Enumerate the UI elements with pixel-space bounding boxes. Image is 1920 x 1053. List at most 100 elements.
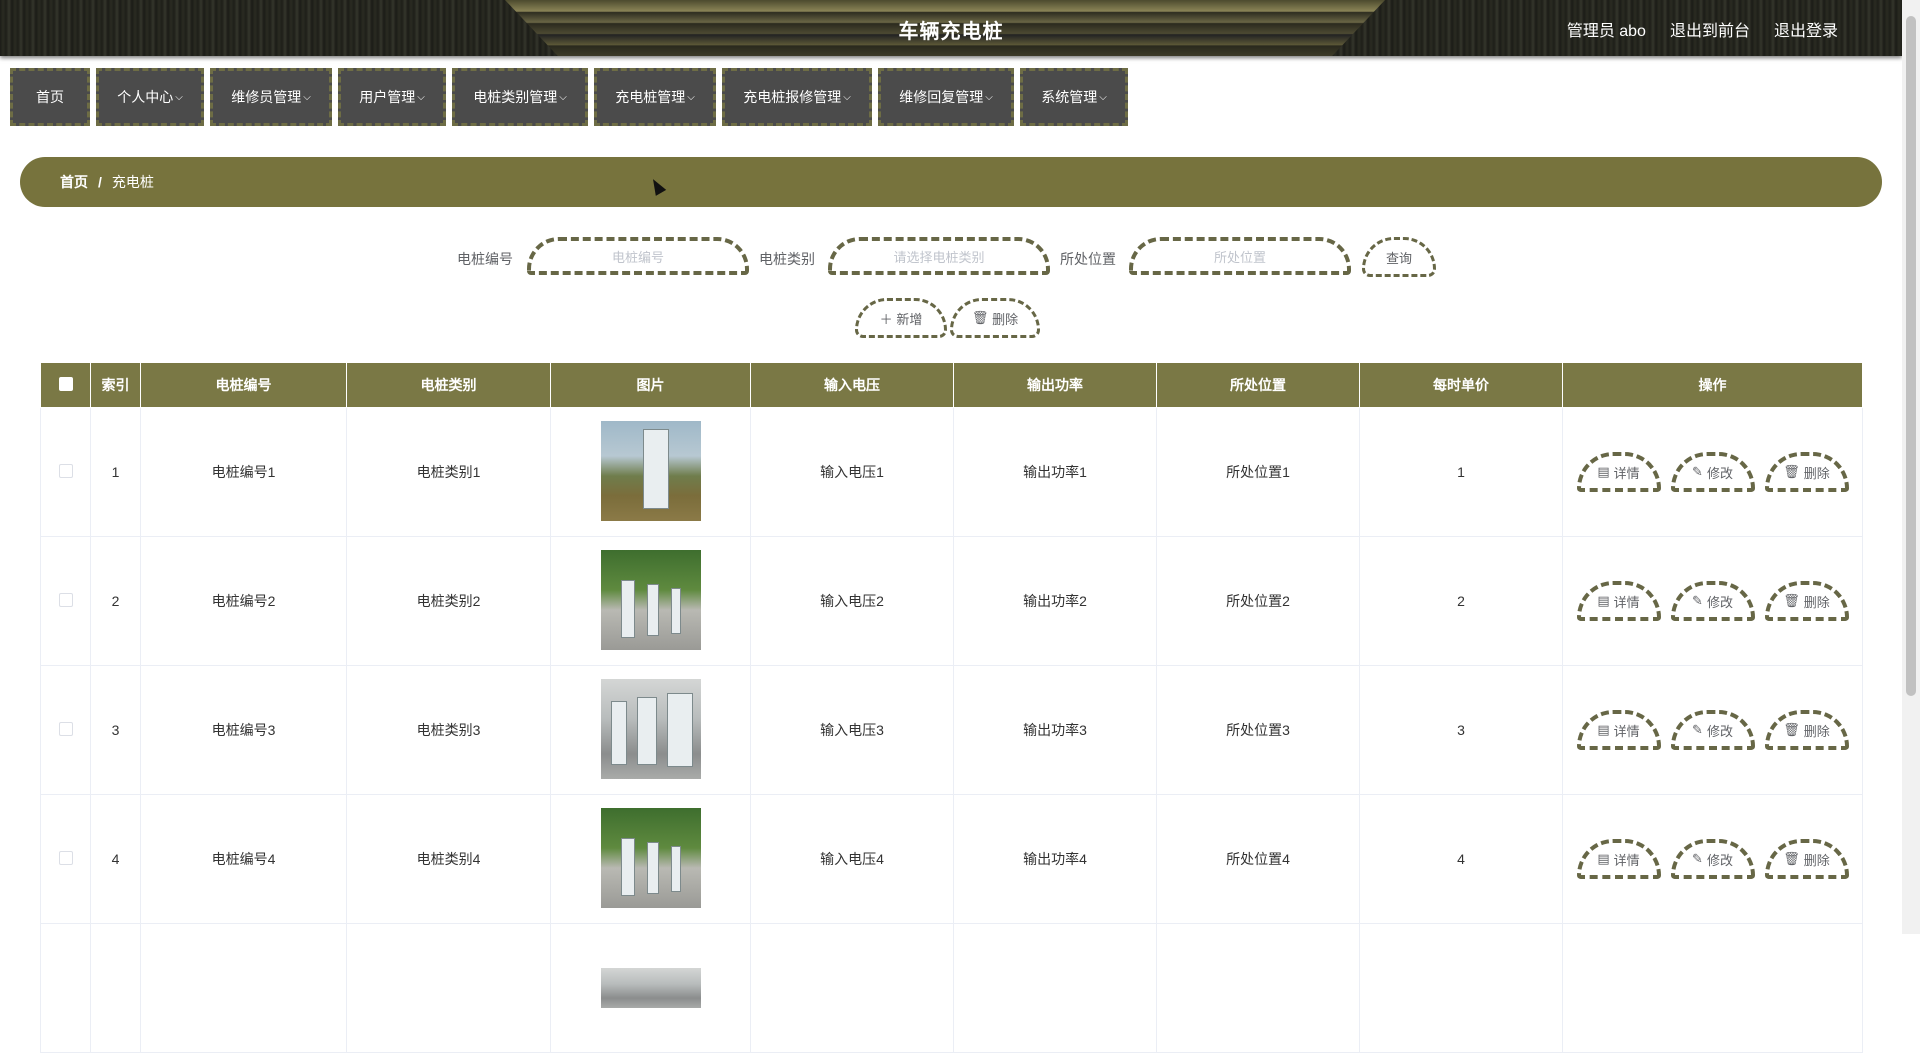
price-cell: 1 xyxy=(1359,407,1563,537)
pencil-icon: ✎ xyxy=(1692,593,1703,608)
nav-item-system-management[interactable]: 系统管理 ⌵ xyxy=(1020,68,1128,126)
charging-station-photo[interactable] xyxy=(600,807,701,908)
row-select-cell[interactable] xyxy=(40,536,91,666)
document-icon: ▤ xyxy=(1597,851,1610,866)
nav-item-personal-center[interactable]: 个人中心 ⌵ xyxy=(96,68,204,126)
pencil-icon: ✎ xyxy=(1692,722,1703,737)
edit-button[interactable]: ✎ 修改 xyxy=(1670,710,1755,750)
actions-cell: ▤ 详情 ✎ 修改 🗑 删除 xyxy=(1562,407,1863,537)
row-checkbox[interactable] xyxy=(58,721,73,736)
detail-button[interactable]: ▤ 详情 xyxy=(1576,710,1661,750)
voltage-cell: 输入电压4 xyxy=(750,794,954,924)
edit-button[interactable]: ✎ 修改 xyxy=(1670,839,1755,879)
edit-button[interactable]: ✎ 修改 xyxy=(1670,452,1755,492)
charging-station-photo[interactable] xyxy=(600,420,701,521)
code-cell: 电桩编号4 xyxy=(140,794,347,924)
charging-station-photo[interactable] xyxy=(600,678,701,779)
voltage-cell: 输入电压2 xyxy=(750,536,954,666)
location-label: 所处位置 xyxy=(1060,251,1116,267)
add-button[interactable]: ＋ 新增 xyxy=(855,298,947,338)
code-search-input[interactable]: 电桩编号 xyxy=(527,237,749,275)
image-cell xyxy=(550,794,751,924)
edit-label: 修改 xyxy=(1706,594,1733,610)
row-checkbox[interactable] xyxy=(58,592,73,607)
detail-label: 详情 xyxy=(1613,465,1640,481)
nav-item-pile-category-management[interactable]: 电桩类别管理 ⌵ xyxy=(452,68,588,126)
nav-label: 充电桩管理 xyxy=(615,89,686,105)
row-checkbox[interactable] xyxy=(58,850,73,865)
actions-cell xyxy=(1562,923,1863,1053)
delete-button[interactable]: 🗑 删除 xyxy=(1764,839,1849,879)
delete-label: 删除 xyxy=(1803,594,1830,610)
query-button[interactable]: 查询 xyxy=(1362,237,1436,277)
breadcrumb-home[interactable]: 首页 xyxy=(60,172,88,192)
batch-delete-button[interactable]: 🗑 删除 xyxy=(950,298,1040,338)
location-cell: 所处位置2 xyxy=(1156,536,1360,666)
code-cell: 电桩编号2 xyxy=(140,536,347,666)
row-select-cell[interactable] xyxy=(40,923,91,1053)
select-all-cell[interactable] xyxy=(40,362,91,408)
chevron-down-icon: ⌵ xyxy=(687,91,695,103)
row-select-cell[interactable] xyxy=(40,794,91,924)
row-select-cell[interactable] xyxy=(40,665,91,795)
logout-link[interactable]: 退出登录 xyxy=(1774,17,1838,41)
price-cell: 4 xyxy=(1359,794,1563,924)
breadcrumb: 首页 / 充电桩 xyxy=(20,157,1882,207)
location-cell xyxy=(1156,923,1360,1053)
scrollbar-thumb[interactable] xyxy=(1906,16,1916,696)
power-cell: 输出功率4 xyxy=(953,794,1157,924)
trash-icon: 🗑 xyxy=(1783,722,1800,737)
chevron-down-icon: ⌵ xyxy=(417,91,425,103)
category-cell xyxy=(346,923,551,1053)
nav-item-repair-reply-management[interactable]: 维修回复管理 ⌵ xyxy=(878,68,1014,126)
trash-icon: 🗑 xyxy=(1783,851,1800,866)
nav-label: 电桩类别管理 xyxy=(473,89,558,105)
image-cell xyxy=(550,407,751,537)
index-cell: 3 xyxy=(90,665,141,795)
plus-icon: ＋ xyxy=(879,311,893,327)
nav-item-user-management[interactable]: 用户管理 ⌵ xyxy=(338,68,446,126)
document-icon: ▤ xyxy=(1597,722,1610,737)
detail-button[interactable]: ▤ 详情 xyxy=(1576,581,1661,621)
chevron-down-icon: ⌵ xyxy=(303,91,311,103)
index-cell: 4 xyxy=(90,794,141,924)
top-header: 车辆充电桩 管理员 abo 退出到前台 退出登录 xyxy=(0,0,1902,56)
actions-cell: ▤ 详情 ✎ 修改 🗑 删除 xyxy=(1562,665,1863,795)
breadcrumb-current: 充电桩 xyxy=(111,174,154,190)
table-header-row: 索引 电桩编号 电桩类别 图片 输入电压 输出功率 所处位置 每时单价 操作 xyxy=(40,362,1863,408)
detail-label: 详情 xyxy=(1613,723,1640,739)
edit-button[interactable]: ✎ 修改 xyxy=(1670,581,1755,621)
code-cell: 电桩编号1 xyxy=(140,407,347,537)
nav-label: 用户管理 xyxy=(359,89,416,105)
column-header: 索引 xyxy=(90,362,141,408)
row-select-cell[interactable] xyxy=(40,407,91,537)
charging-station-photo[interactable] xyxy=(600,549,701,650)
row-checkbox[interactable] xyxy=(58,463,73,478)
column-header: 电桩编号 xyxy=(140,362,347,408)
charging-post-shape xyxy=(636,696,657,765)
vertical-scrollbar[interactable] xyxy=(1902,0,1920,934)
table-row: 3 电桩编号3 电桩类别3 输入电压3 输出功率3 所处位置3 3 ▤ 详情 ✎ 修… xyxy=(40,665,1863,795)
detail-button[interactable]: ▤ 详情 xyxy=(1576,452,1661,492)
location-search-input[interactable]: 所处位置 xyxy=(1129,237,1351,275)
code-cell: 电桩编号3 xyxy=(140,665,347,795)
select-all-checkbox[interactable] xyxy=(58,376,73,391)
image-cell xyxy=(550,923,751,1053)
nav-item-repair-report-management[interactable]: 充电桩报修管理 ⌵ xyxy=(722,68,872,126)
delete-button[interactable]: 🗑 删除 xyxy=(1764,581,1849,621)
exit-to-front-link[interactable]: 退出到前台 xyxy=(1670,17,1750,41)
nav-label: 维修回复管理 xyxy=(899,89,984,105)
nav-item-charging-pile-management[interactable]: 充电桩管理 ⌵ xyxy=(594,68,716,126)
delete-button[interactable]: 🗑 删除 xyxy=(1764,710,1849,750)
charging-station-photo[interactable] xyxy=(600,968,701,1008)
nav-item-repairman-management[interactable]: 维修员管理 ⌵ xyxy=(210,68,332,126)
category-label: 电桩类别 xyxy=(759,251,815,267)
chevron-down-icon: ⌵ xyxy=(1099,91,1107,103)
chevron-down-icon: ⌵ xyxy=(843,91,851,103)
detail-button[interactable]: ▤ 详情 xyxy=(1576,839,1661,879)
delete-button[interactable]: 🗑 删除 xyxy=(1764,452,1849,492)
nav-item-home[interactable]: 首页 xyxy=(10,68,90,126)
price-cell: 3 xyxy=(1359,665,1563,795)
column-header: 操作 xyxy=(1562,362,1863,408)
category-select[interactable]: 请选择电桩类别 xyxy=(828,237,1050,275)
